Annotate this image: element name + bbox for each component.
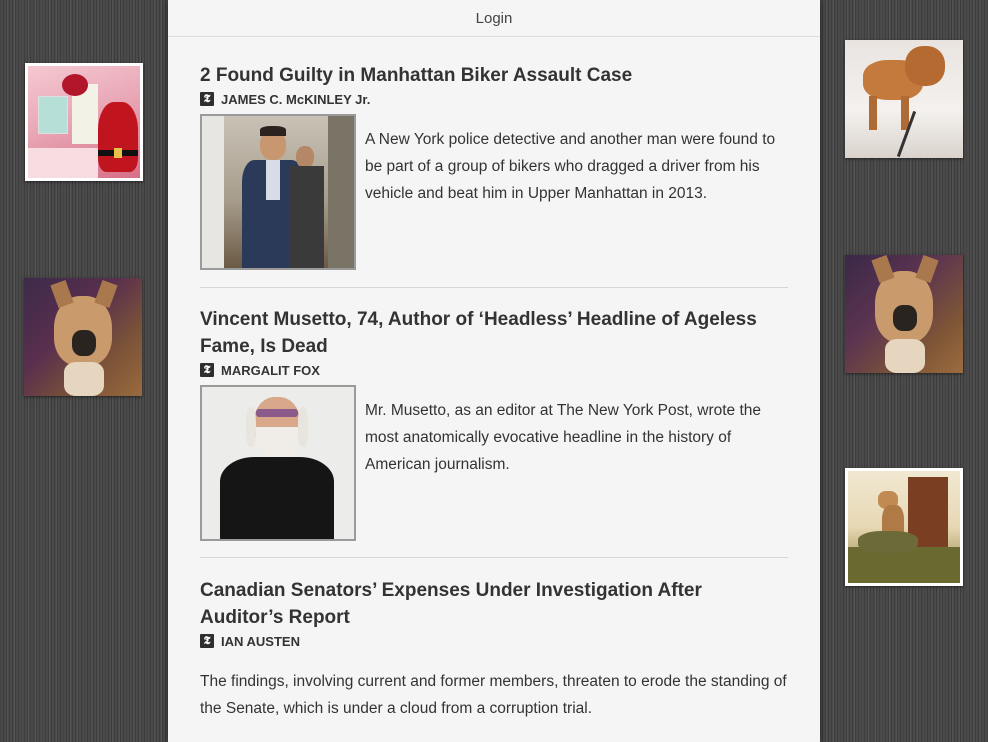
byline: 𝕿 IAN AUSTEN xyxy=(200,632,788,650)
nyt-logo-icon: 𝕿 xyxy=(200,634,214,648)
author-name[interactable]: MARGALIT FOX xyxy=(221,363,320,378)
side-photo-dog-rug[interactable] xyxy=(24,278,142,396)
article-divider xyxy=(200,287,788,288)
side-photo-christmas[interactable] xyxy=(25,63,143,181)
top-bar: Login xyxy=(168,0,820,37)
christmas-gifts-photo-icon xyxy=(28,66,140,178)
bearded-man-portrait-photo-icon[interactable] xyxy=(200,385,356,541)
side-photo-dog-window[interactable] xyxy=(845,468,963,586)
article-body: A New York police detective and another … xyxy=(200,114,788,270)
article-summary: Mr. Musetto, as an editor at The New Yor… xyxy=(365,402,762,473)
article-card: 2 Found Guilty in Manhattan Biker Assaul… xyxy=(200,62,788,270)
article-body: Mr. Musetto, as an editor at The New Yor… xyxy=(200,385,788,541)
author-name[interactable]: JAMES C. McKINLEY Jr. xyxy=(221,92,370,107)
nyt-logo-icon: 𝕿 xyxy=(200,92,214,106)
article-summary: A New York police detective and another … xyxy=(365,131,776,202)
dog-in-snow-photo-icon xyxy=(845,40,963,158)
dog-at-window-photo-icon xyxy=(848,471,960,583)
login-link[interactable]: Login xyxy=(476,10,513,27)
article-headline[interactable]: 2 Found Guilty in Manhattan Biker Assaul… xyxy=(200,62,788,89)
side-photo-dog-closeup[interactable] xyxy=(845,255,963,373)
news-panel: Login 2 Found Guilty in Manhattan Biker … xyxy=(168,0,820,742)
article-divider xyxy=(200,557,788,558)
article-headline[interactable]: Canadian Senators’ Expenses Under Invest… xyxy=(200,577,788,631)
byline: 𝕿 JAMES C. McKINLEY Jr. xyxy=(200,90,788,108)
dog-closeup-photo-icon xyxy=(845,255,963,373)
byline: 𝕿 MARGALIT FOX xyxy=(200,361,788,379)
dog-on-rug-photo-icon xyxy=(24,278,142,396)
side-photo-dog-snow[interactable] xyxy=(845,40,963,158)
man-in-suit-photo-icon[interactable] xyxy=(200,114,356,270)
article-summary: The findings, involving current and form… xyxy=(200,673,787,717)
article-headline[interactable]: Vincent Musetto, 74, Author of ‘Headless… xyxy=(200,306,788,360)
author-name[interactable]: IAN AUSTEN xyxy=(221,634,300,649)
article-card: Canadian Senators’ Expenses Under Invest… xyxy=(200,577,788,722)
article-card: Vincent Musetto, 74, Author of ‘Headless… xyxy=(200,306,788,541)
nyt-logo-icon: 𝕿 xyxy=(200,363,214,377)
